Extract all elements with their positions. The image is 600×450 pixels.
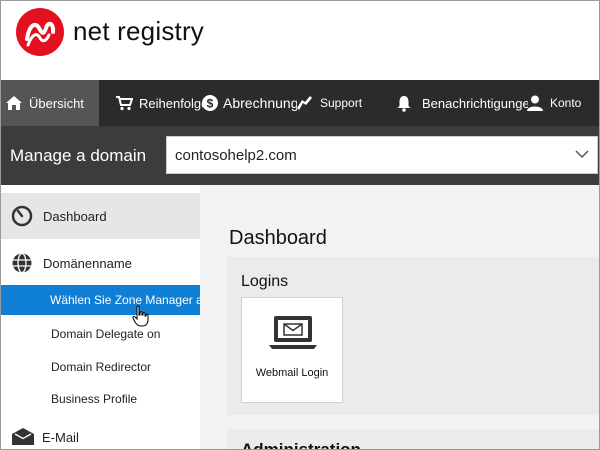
nav-label: Reihenfolge [139,95,203,111]
main-content: Dashboard Logins Webmail Login Administr… [200,185,600,450]
home-icon [6,96,22,110]
page-title: Dashboard [229,227,327,249]
administration-panel-title: Administration [241,440,361,450]
domain-select-value: contosohelp2.com [175,147,297,164]
email-icon [12,428,34,445]
sidebar: Dashboard Domänenname Wählen Sie Zone Ma… [0,185,200,450]
nav-uebersicht[interactable]: Übersicht [0,80,99,126]
chevron-down-icon [575,150,589,159]
cart-icon [116,96,133,111]
brand-name: net registry [73,16,205,46]
sidebar-item-label: E-Mail [42,429,79,445]
sidebar-item-dashboard[interactable]: Dashboard [0,193,200,239]
nav-reihenfolge[interactable]: Reihenfolge [115,80,203,126]
logins-panel-title: Logins [241,273,289,290]
nav-label: Support [320,96,363,110]
webmail-login-label: Webmail Login [255,367,329,379]
nav-support[interactable]: Support [294,80,378,126]
domain-bar-title: Manage a domain [10,146,147,165]
sidebar-item-email[interactable]: E-Mail [0,423,200,450]
nav-benachrichtigungen[interactable]: Benachrichtigungen [396,80,528,126]
nav-label: Abrechnung [223,95,297,111]
logins-panel: Logins Webmail Login [227,257,600,415]
laptop-mail-icon [269,316,317,349]
webmail-login-tile[interactable]: Webmail Login [241,297,343,403]
top-navigation: Übersicht Reihenfolge $ Abrechnung Suppo… [0,80,600,126]
hand-cursor-icon [132,305,149,327]
nav-label: Übersicht [29,95,84,111]
dollar-icon: $ [202,95,218,111]
dashboard-icon [11,205,33,227]
svg-text:$: $ [207,97,214,111]
sidebar-subitem-label: Business Profile [51,392,138,406]
header: net registry [0,0,600,80]
sidebar-item-label: Dashboard [43,208,107,224]
user-icon [527,95,543,111]
sidebar-subitem-zone-manager[interactable]: Wählen Sie Zone Manager aus [0,285,200,315]
globe-icon [12,252,32,274]
sidebar-subitem-domain-redirector[interactable]: Domain Redirector [0,352,200,382]
domain-select[interactable]: contosohelp2.com [166,136,598,174]
domain-bar: Manage a domain contosohelp2.com [0,126,600,185]
sidebar-subitem-label: Domain Delegate on [51,327,161,341]
nav-abrechnung[interactable]: $ Abrechnung [201,80,297,126]
nav-label: Konto [550,96,582,110]
sidebar-subitem-domain-delegation[interactable]: Domain Delegate on [0,319,200,349]
sidebar-subitem-label: Wählen Sie Zone Manager aus [50,293,200,307]
nav-label: Benachrichtigungen [422,95,528,111]
net-registry-logo[interactable] [16,8,64,56]
nav-konto[interactable]: Konto [526,80,600,126]
sidebar-subitem-label: Domain Redirector [51,360,152,374]
sidebar-item-label: Domänenname [43,255,132,271]
sidebar-subitem-business-profile[interactable]: Business Profile [0,384,200,414]
administration-panel: Administration [227,429,600,450]
support-icon [297,96,312,110]
bell-icon [397,95,411,112]
sidebar-item-domainname[interactable]: Domänenname [0,241,200,285]
